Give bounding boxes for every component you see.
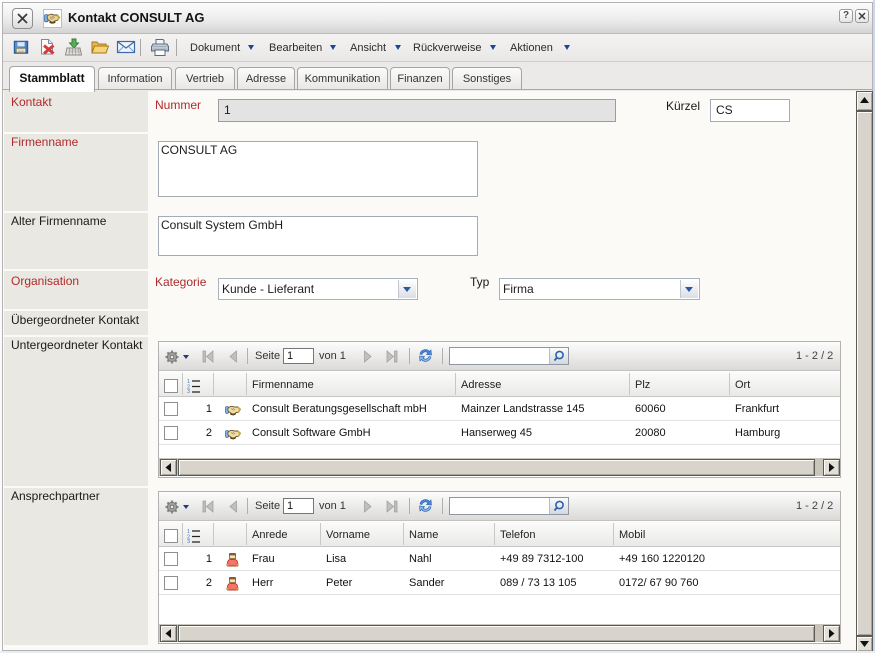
svg-text:3: 3 xyxy=(187,539,190,543)
svg-text:3: 3 xyxy=(187,389,190,393)
